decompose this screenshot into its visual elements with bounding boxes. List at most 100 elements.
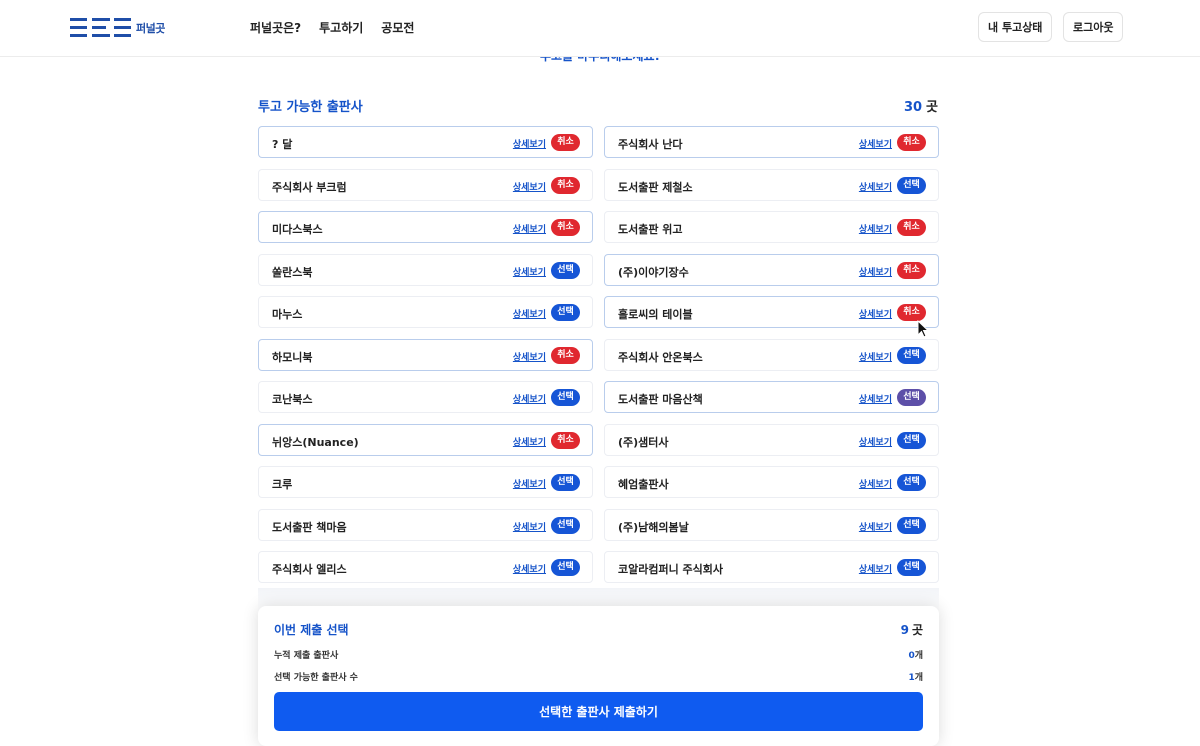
select-button[interactable]: 선택 (897, 177, 926, 194)
publisher-detail-link[interactable]: 상세보기 (513, 562, 546, 575)
logo[interactable]: 퍼널곳 (70, 16, 180, 40)
publisher-name: 주식회사 부크럼 (272, 181, 347, 194)
publisher-detail-link[interactable]: 상세보기 (513, 350, 546, 363)
publisher-name: 쏠란스북 (272, 266, 313, 279)
publisher-name: 코난북스 (272, 393, 313, 406)
publisher-detail-link[interactable]: 상세보기 (859, 435, 892, 448)
cumulative-value: 0개 (908, 651, 923, 661)
select-button[interactable]: 선택 (551, 559, 580, 576)
publisher-card[interactable]: 혜엄출판사 상세보기 선택 (604, 466, 939, 498)
publisher-detail-link[interactable]: 상세보기 (859, 307, 892, 320)
publisher-detail-link[interactable]: 상세보기 (513, 137, 546, 150)
publisher-detail-link[interactable]: 상세보기 (513, 477, 546, 490)
select-button[interactable]: 선택 (897, 517, 926, 534)
submission-title: 이번 제출 선택 (274, 623, 349, 637)
publisher-card[interactable]: 홀로씨의 테이블 상세보기 취소 (604, 296, 939, 328)
publisher-name: ? 달 (272, 138, 293, 151)
select-button[interactable]: 선택 (897, 347, 926, 364)
publisher-name: (주)이야기장수 (618, 266, 689, 279)
nav-about[interactable]: 퍼널곳은? (250, 19, 301, 36)
my-submission-status-button[interactable]: 내 투고상태 (978, 12, 1053, 42)
publisher-name: 홀로씨의 테이블 (618, 308, 693, 321)
publisher-detail-link[interactable]: 상세보기 (513, 265, 546, 278)
publisher-card[interactable]: 뉘앙스(Nuance) 상세보기 취소 (258, 424, 593, 456)
publisher-card[interactable]: (주)남해의봄날 상세보기 선택 (604, 509, 939, 541)
publisher-name: 하모니북 (272, 351, 313, 364)
cancel-button[interactable]: 취소 (551, 177, 580, 194)
publisher-detail-link[interactable]: 상세보기 (859, 350, 892, 363)
select-button[interactable]: 선택 (551, 389, 580, 406)
publisher-card[interactable]: 하모니북 상세보기 취소 (258, 339, 593, 371)
publisher-name: 코알라컴퍼니 주식회사 (618, 563, 724, 576)
publisher-detail-link[interactable]: 상세보기 (859, 520, 892, 533)
cancel-button[interactable]: 취소 (551, 219, 580, 236)
publisher-card[interactable]: 주식회사 엘리스 상세보기 선택 (258, 551, 593, 583)
cancel-button[interactable]: 취소 (551, 347, 580, 364)
select-button[interactable]: 선택 (897, 474, 926, 491)
select-button[interactable]: 선택 (897, 432, 926, 449)
publisher-detail-link[interactable]: 상세보기 (513, 222, 546, 235)
publisher-card[interactable]: 도서출판 책마음 상세보기 선택 (258, 509, 593, 541)
publisher-card[interactable]: 도서출판 제철소 상세보기 선택 (604, 169, 939, 201)
publisher-name: 도서출판 위고 (618, 223, 683, 236)
publisher-card[interactable]: (주)샘터사 상세보기 선택 (604, 424, 939, 456)
publisher-detail-link[interactable]: 상세보기 (513, 307, 546, 320)
publisher-detail-link[interactable]: 상세보기 (859, 137, 892, 150)
select-button[interactable]: 선택 (551, 304, 580, 321)
cancel-button[interactable]: 취소 (897, 219, 926, 236)
publisher-card[interactable]: 미다스북스 상세보기 취소 (258, 211, 593, 243)
publisher-name: 미다스북스 (272, 223, 323, 236)
cancel-button[interactable]: 취소 (897, 304, 926, 321)
logout-button[interactable]: 로그아웃 (1063, 12, 1124, 42)
cancel-button[interactable]: 취소 (551, 134, 580, 151)
publisher-card[interactable]: 도서출판 위고 상세보기 취소 (604, 211, 939, 243)
publisher-detail-link[interactable]: 상세보기 (859, 477, 892, 490)
publisher-name: (주)남해의봄날 (618, 521, 689, 534)
logo-mark-icon (70, 18, 131, 37)
select-button[interactable]: 선택 (551, 474, 580, 491)
publisher-detail-link[interactable]: 상세보기 (859, 180, 892, 193)
publisher-name: 주식회사 엘리스 (272, 563, 347, 576)
submission-count: 9곳 (900, 623, 923, 637)
publishers-section-title: 투고 가능한 출판사 (258, 100, 363, 115)
main-nav: 퍼널곳은? 투고하기 공모전 (250, 19, 414, 36)
publisher-card[interactable]: 크루 상세보기 선택 (258, 466, 593, 498)
select-button[interactable]: 선택 (551, 262, 580, 279)
cancel-button[interactable]: 취소 (897, 134, 926, 151)
publisher-name: 크루 (272, 478, 293, 491)
select-button[interactable]: 선택 (551, 517, 580, 534)
publisher-card[interactable]: 마누스 상세보기 선택 (258, 296, 593, 328)
publisher-detail-link[interactable]: 상세보기 (513, 435, 546, 448)
publisher-name: 주식회사 안온북스 (618, 351, 703, 364)
publisher-detail-link[interactable]: 상세보기 (513, 180, 546, 193)
publisher-card[interactable]: 주식회사 안온북스 상세보기 선택 (604, 339, 939, 371)
publisher-name: 주식회사 난다 (618, 138, 683, 151)
publisher-name: 도서출판 마음산책 (618, 393, 703, 406)
publisher-name: 도서출판 책마음 (272, 521, 347, 534)
publisher-card[interactable]: 쏠란스북 상세보기 선택 (258, 254, 593, 286)
submit-selected-button[interactable]: 선택한 출판사 제출하기 (274, 692, 923, 731)
publisher-detail-link[interactable]: 상세보기 (513, 392, 546, 405)
select-button[interactable]: 선택 (897, 559, 926, 576)
nav-submit[interactable]: 투고하기 (319, 19, 363, 36)
publisher-detail-link[interactable]: 상세보기 (859, 392, 892, 405)
publisher-detail-link[interactable]: 상세보기 (513, 520, 546, 533)
cancel-button[interactable]: 취소 (551, 432, 580, 449)
select-button[interactable]: 선택 (897, 389, 926, 406)
publisher-card[interactable]: ? 달 상세보기 취소 (258, 126, 593, 158)
publisher-card[interactable]: (주)이야기장수 상세보기 취소 (604, 254, 939, 286)
publisher-card[interactable]: 코알라컴퍼니 주식회사 상세보기 선택 (604, 551, 939, 583)
available-value: 1개 (908, 673, 923, 683)
cancel-button[interactable]: 취소 (897, 262, 926, 279)
publisher-card[interactable]: 주식회사 난다 상세보기 취소 (604, 126, 939, 158)
publisher-detail-link[interactable]: 상세보기 (859, 562, 892, 575)
publisher-card[interactable]: 코난북스 상세보기 선택 (258, 381, 593, 413)
publishers-count: 30 곳 (903, 100, 938, 115)
publisher-card[interactable]: 주식회사 부크럼 상세보기 취소 (258, 169, 593, 201)
publisher-detail-link[interactable]: 상세보기 (859, 265, 892, 278)
available-label: 선택 가능한 출판사 수 (274, 673, 358, 683)
nav-contest[interactable]: 공모전 (381, 19, 414, 36)
publisher-detail-link[interactable]: 상세보기 (859, 222, 892, 235)
publisher-card[interactable]: 도서출판 마음산책 상세보기 선택 (604, 381, 939, 413)
cumulative-label: 누적 제출 출판사 (274, 651, 339, 661)
